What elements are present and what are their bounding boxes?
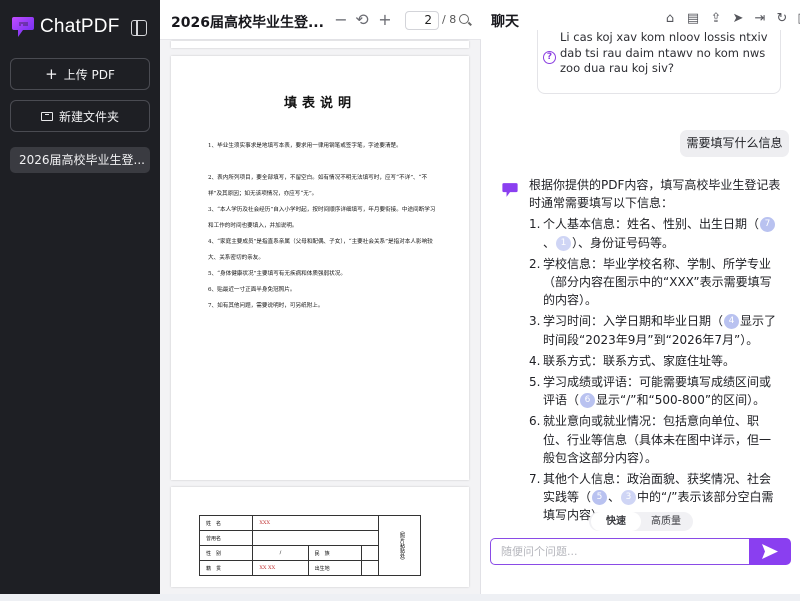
plus-icon: + xyxy=(45,64,58,83)
share-icon[interactable]: ➤ xyxy=(731,12,745,26)
instruction-paragraph: 6、贴最近一寸正面半身免冠照片。 xyxy=(208,287,296,293)
zoom-out-icon[interactable]: − xyxy=(333,11,349,29)
bot-answer-number: 3. xyxy=(529,314,541,329)
citation-badge[interactable]: 1 xyxy=(556,235,572,251)
bot-answer-text: 个人基本信息：姓名、性别、出生日期（ xyxy=(543,217,760,232)
app-window: ChatPDF + 上传 PDF 新建文件夹 2026届高校毕业生登... 20… xyxy=(0,0,800,601)
table-cell: 出生地 xyxy=(307,560,363,576)
upload-pdf-label: 上传 PDF xyxy=(63,67,115,82)
refresh-icon[interactable]: ↻ xyxy=(775,12,789,26)
chat-title: 聊天 xyxy=(491,14,519,30)
table-cell: 姓 名 xyxy=(198,515,254,531)
bot-answer-item: 2. 学校信息：毕业学校名称、学制、所学专业（部分内容在图示中的“XXX”表示需要… xyxy=(529,255,781,310)
bot-answer-item: 6. 就业意向或就业情况：包括意向单位、职位、行业等信息（具体未在图中详示，但一般… xyxy=(529,412,781,467)
instruction-paragraph: 2、表内所列项目，要全部填写，不留空白。如有情况不明无法填写时，应写“不详”、“… xyxy=(208,175,428,197)
bot-answer-text: 就业意向或就业情况：包括意向单位、职位、行业等信息（具体未在图中详示，但一般包含… xyxy=(543,414,772,465)
page-number-input[interactable]: 2 xyxy=(405,11,439,30)
table-cell: / xyxy=(252,545,309,561)
table-cell: 籍 贯 xyxy=(198,560,254,576)
sidebar-file-item[interactable]: 2026届高校毕业生登... xyxy=(10,147,150,173)
bot-message: 根据你提供的PDF内容，填写高校毕业生登记表时通常需要填写以下信息： 1. 个人基… xyxy=(529,176,781,528)
folder-plus-icon xyxy=(40,111,53,121)
rotate-icon[interactable]: ⟲ xyxy=(354,11,370,29)
bot-intro: 根据你提供的PDF内容，填写高校毕业生登记表时通常需要填写以下信息： xyxy=(529,178,781,211)
chat-panel: 聊天 ⌂ ▤ ⇪ ➤ ⇥ ↻ ▯ ? Li cas koj xav kom nl… xyxy=(481,0,800,594)
table-cell: 民 族 xyxy=(307,545,363,561)
pdf-page-3: 姓 名 XXX （照片粘贴处） 曾用名 性 别 / 民 族 籍 贯 XX XX xyxy=(171,487,469,587)
table-cell xyxy=(361,560,379,576)
viewer-toolbar: 2026届高校毕业生登... − ⟲ + 2 / 8 xyxy=(160,0,481,40)
table-cell xyxy=(361,545,379,561)
user-message: 需要填写什么信息 xyxy=(680,130,789,157)
citation-badge[interactable]: 3 xyxy=(621,490,637,506)
search-icon[interactable] xyxy=(459,14,469,24)
bot-answer-item: 1. 个人基本信息：姓名、性别、出生日期（ 7、 1 ）、身份证号码等。 xyxy=(529,215,781,251)
registration-form-table: 姓 名 XXX （照片粘贴处） 曾用名 性 别 / 民 族 籍 贯 XX XX xyxy=(198,515,421,576)
table-cell xyxy=(252,530,379,546)
bot-answer-number: 1. xyxy=(529,217,541,232)
instruction-paragraph: 7、如有其他问题，需要说明时，可另纸附上。 xyxy=(208,303,324,309)
brand-name: ChatPDF xyxy=(40,16,120,37)
table-cell: XXX xyxy=(252,515,379,531)
new-folder-label: 新建文件夹 xyxy=(58,109,119,124)
bot-answer-item: 3. 学习时间：入学日期和毕业日期（ 4 显示了时间段“2023年9月”到“2026年… xyxy=(529,312,781,348)
bot-answer-text: ）、身份证号码等。 xyxy=(572,235,675,250)
mode-switch[interactable]: 快速 高质量 xyxy=(589,512,693,531)
table-cell: XX XX xyxy=(252,560,309,576)
send-button[interactable] xyxy=(749,538,791,565)
question-icon: ? xyxy=(543,51,556,64)
pdf-viewer: 2026届高校毕业生登... − ⟲ + 2 / 8 填表说明 1、毕业生须实事… xyxy=(160,0,481,594)
citation-badge[interactable]: 4 xyxy=(724,314,740,330)
chat-input-row xyxy=(490,538,791,565)
instruction-paragraph: 3、“本人学历及社会经历”自入小学时起，按时间顺序详细填写，年月要衔接。中途间断… xyxy=(208,207,436,229)
bot-answer-text: 学习时间：入学日期和毕业日期（ xyxy=(543,314,724,329)
brand[interactable]: ChatPDF xyxy=(10,14,120,40)
page-total: / 8 xyxy=(442,13,457,26)
bot-answer-item: 4. 联系方式：联系方式、家庭住址等。 xyxy=(529,352,781,370)
sidebar: ChatPDF + 上传 PDF 新建文件夹 2026届高校毕业生登... xyxy=(0,0,160,594)
bot-answer-item: 5. 学习成绩或评语：可能需要填写成绩区间或评语（ 6 显示“/”和“500-800”… xyxy=(529,373,781,409)
upload-pdf-button[interactable]: + 上传 PDF xyxy=(10,58,150,90)
instruction-paragraph: 4、“家庭主要成员”是指直系亲属（父母和配偶、子女），“主要社会关系”是指对本人… xyxy=(208,239,433,261)
citation-badge[interactable]: 6 xyxy=(580,393,596,409)
table-row: 姓 名 XXX （照片粘贴处） xyxy=(198,515,421,576)
pdf-page-1 xyxy=(171,41,469,48)
mode-fast-option[interactable]: 快速 xyxy=(591,512,641,531)
delete-icon[interactable]: ▯ xyxy=(794,12,800,26)
instruction-paragraph: 1、毕业生须实事求是地填写本表，要求用一律用钢笔或签字笔，字迹要清楚。 xyxy=(208,143,402,149)
citation-badge[interactable]: 5 xyxy=(592,490,608,506)
bot-answer-text: 联系方式：联系方式、家庭住址等。 xyxy=(543,353,736,368)
bot-answer-number: 4. xyxy=(529,353,541,368)
citation-badge[interactable]: 7 xyxy=(760,217,776,233)
bot-answer-text: 学校信息：毕业学校名称、学制、所学专业（部分内容在图示中的“XXX”表示需要填写… xyxy=(543,256,772,308)
bot-answer-number: 5. xyxy=(529,375,541,390)
chatpdf-logo-icon xyxy=(10,14,36,40)
sidebar-toggle-icon[interactable] xyxy=(131,20,147,36)
export-icon[interactable]: ⇪ xyxy=(709,12,723,26)
bot-answer-number: 7. xyxy=(529,472,541,487)
table-cell: 性 别 xyxy=(198,545,254,561)
bot-answer-number: 2. xyxy=(529,256,541,271)
suggested-question-text[interactable]: Li cas koj xav kom nloov lossis ntxiv da… xyxy=(560,30,775,92)
instruction-paragraph: 5、“身体健康状况”主要填写有无疾病和体质强弱状况。 xyxy=(208,271,346,277)
mode-quality-option[interactable]: 高质量 xyxy=(641,512,691,531)
bot-answer-text: 显示“/”和“500-800”的区间）。 xyxy=(596,393,766,408)
bot-answer-number: 6. xyxy=(529,414,541,429)
document-title: 2026届高校毕业生登... xyxy=(171,15,324,31)
table-cell: 曾用名 xyxy=(198,530,254,546)
chat-input[interactable] xyxy=(490,538,749,565)
new-folder-button[interactable]: 新建文件夹 xyxy=(10,100,150,132)
brush-icon[interactable]: ⌂ xyxy=(663,12,677,26)
send-icon xyxy=(762,544,778,559)
bot-answer-list: 1. 个人基本信息：姓名、性别、出生日期（ 7、 1 ）、身份证号码等。 2. 学校信息：毕… xyxy=(529,215,781,524)
logout-icon[interactable]: ⇥ xyxy=(753,12,767,26)
document-icon[interactable]: ▤ xyxy=(686,12,700,26)
zoom-in-icon[interactable]: + xyxy=(377,11,393,29)
photo-cell: （照片粘贴处） xyxy=(378,515,421,576)
page-heading: 填表说明 xyxy=(283,96,356,111)
bot-avatar-icon xyxy=(501,181,519,199)
pdf-page-2: 填表说明 1、毕业生须实事求是地填写本表，要求用一律用钢笔或签字笔，字迹要清楚。… xyxy=(171,56,469,480)
